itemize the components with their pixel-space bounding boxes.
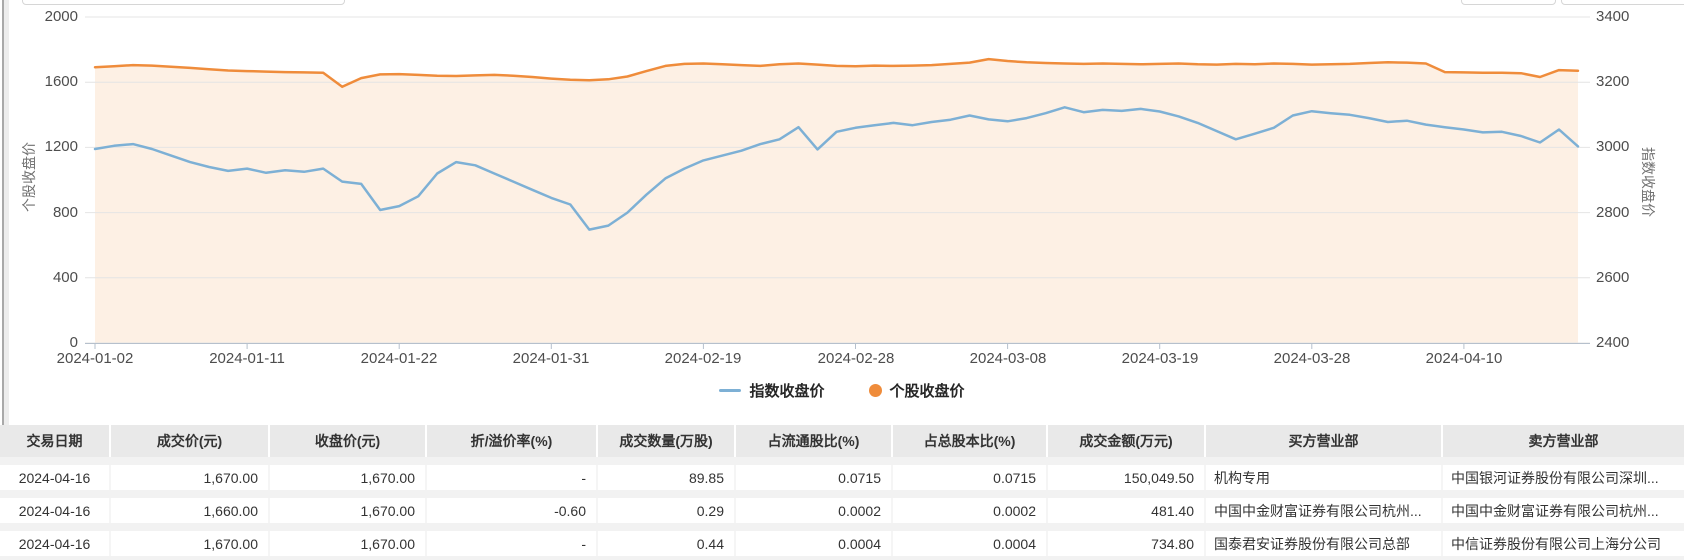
left-axis-tick-label: 2000 bbox=[14, 8, 78, 26]
table-cell: 中信证券股份有限公司上海分公司 bbox=[1443, 531, 1684, 556]
chart-legend: 指数收盘价 个股收盘价 bbox=[0, 381, 1684, 399]
legend-label: 个股收盘价 bbox=[890, 380, 965, 401]
table-cell: 1,660.00 bbox=[111, 498, 270, 523]
column-header: 成交金额(万元) bbox=[1048, 425, 1206, 457]
block-trades-table: 交易日期成交价(元)收盘价(元)折/溢价率(%)成交数量(万股)占流通股比(%)… bbox=[0, 425, 1684, 560]
table-cell: 150,049.50 bbox=[1048, 465, 1206, 490]
table-cell: 2024-04-16 bbox=[0, 498, 111, 523]
legend-label: 指数收盘价 bbox=[749, 380, 824, 401]
column-header: 成交价(元) bbox=[111, 425, 270, 457]
table-cell: - bbox=[427, 531, 598, 556]
table-cell: 0.0002 bbox=[893, 498, 1048, 523]
table-row: 2024-04-161,670.001,670.00-0.440.00040.0… bbox=[0, 531, 1684, 556]
table-cell: 2024-04-16 bbox=[0, 465, 111, 490]
table-cell: 0.0002 bbox=[736, 498, 893, 523]
x-axis-tick-label: 2024-01-31 bbox=[513, 350, 590, 367]
column-header: 折/溢价率(%) bbox=[427, 425, 598, 457]
block-trade-page: 2000160012008004000340032003000280026002… bbox=[0, 0, 1684, 560]
x-axis-tick-label: 2024-03-19 bbox=[1122, 350, 1199, 367]
right-axis-tick-label: 3000 bbox=[1596, 138, 1629, 156]
table-cell: - bbox=[427, 465, 598, 490]
chart-plot-canvas[interactable] bbox=[0, 0, 1684, 404]
table-cell: 中国银河证券股份有限公司深圳... bbox=[1443, 465, 1684, 490]
column-header: 收盘价(元) bbox=[270, 425, 427, 457]
table-cell: 0.0004 bbox=[736, 531, 893, 556]
table-cell: 2024-04-16 bbox=[0, 531, 111, 556]
legend-item-1[interactable]: 个股收盘价 bbox=[869, 380, 965, 401]
table-cell: 中国中金财富证券有限公司杭州... bbox=[1443, 498, 1684, 523]
table-cell: 中国中金财富证券有限公司杭州... bbox=[1206, 498, 1443, 523]
column-header: 占流通股比(%) bbox=[736, 425, 893, 457]
table-cell: 1,670.00 bbox=[270, 531, 427, 556]
table-cell: 0.0004 bbox=[893, 531, 1048, 556]
x-axis-tick-label: 2024-04-10 bbox=[1426, 350, 1503, 367]
table-row: 2024-04-161,670.001,670.00-89.850.07150.… bbox=[0, 465, 1684, 490]
table-cell: -0.60 bbox=[427, 498, 598, 523]
table-cell: 1,670.00 bbox=[111, 465, 270, 490]
x-axis-tick-label: 2024-01-22 bbox=[361, 350, 438, 367]
table-cell: 481.40 bbox=[1048, 498, 1206, 523]
row-separator bbox=[0, 523, 1684, 531]
right-axis-tick-label: 3200 bbox=[1596, 73, 1629, 91]
left-axis-tick-label: 400 bbox=[14, 269, 78, 287]
right-axis-tick-label: 3400 bbox=[1596, 8, 1629, 26]
price-index-chart: 2000160012008004000340032003000280026002… bbox=[0, 0, 1684, 404]
right-axis-tick-label: 2400 bbox=[1596, 334, 1629, 352]
left-axis-tick-label: 1600 bbox=[14, 73, 78, 91]
legend-item-0[interactable]: 指数收盘价 bbox=[719, 380, 824, 401]
legend-line-marker bbox=[719, 389, 741, 392]
x-axis-tick-label: 2024-01-11 bbox=[209, 350, 285, 367]
x-axis-tick-label: 2024-03-28 bbox=[1274, 350, 1351, 367]
area-fill bbox=[95, 59, 1578, 343]
table-cell: 1,670.00 bbox=[270, 498, 427, 523]
column-header: 成交数量(万股) bbox=[598, 425, 736, 457]
column-header: 交易日期 bbox=[0, 425, 111, 457]
table-cell: 0.0715 bbox=[893, 465, 1048, 490]
x-axis-tick-label: 2024-02-19 bbox=[665, 350, 742, 367]
right-axis-title: 指数收盘价 bbox=[1638, 147, 1658, 217]
x-axis-tick-label: 2024-02-28 bbox=[818, 350, 895, 367]
right-axis-tick-label: 2600 bbox=[1596, 269, 1629, 287]
table-cell: 0.0715 bbox=[736, 465, 893, 490]
table-cell: 机构专用 bbox=[1206, 465, 1443, 490]
row-separator bbox=[0, 490, 1684, 498]
table-cell: 国泰君安证券股份有限公司总部 bbox=[1206, 531, 1443, 556]
table-cell: 89.85 bbox=[598, 465, 736, 490]
table-cell: 734.80 bbox=[1048, 531, 1206, 556]
table-row: 2024-04-161,660.001,670.00-0.600.290.000… bbox=[0, 498, 1684, 523]
column-header: 占总股本比(%) bbox=[893, 425, 1048, 457]
table-cell: 1,670.00 bbox=[270, 465, 427, 490]
table-cell: 1,670.00 bbox=[111, 531, 270, 556]
column-header: 买方营业部 bbox=[1206, 425, 1443, 457]
right-axis-tick-label: 2800 bbox=[1596, 204, 1629, 222]
table-cell: 0.44 bbox=[598, 531, 736, 556]
table-header-row: 交易日期成交价(元)收盘价(元)折/溢价率(%)成交数量(万股)占流通股比(%)… bbox=[0, 425, 1684, 457]
legend-circle-marker bbox=[869, 384, 882, 397]
left-axis-title: 个股收盘价 bbox=[19, 142, 39, 212]
column-header: 卖方营业部 bbox=[1443, 425, 1684, 457]
x-axis-tick-label: 2024-03-08 bbox=[970, 350, 1047, 367]
table-cell: 0.29 bbox=[598, 498, 736, 523]
x-axis-tick-label: 2024-01-02 bbox=[57, 350, 134, 367]
row-separator bbox=[0, 457, 1684, 465]
row-separator bbox=[0, 556, 1684, 560]
